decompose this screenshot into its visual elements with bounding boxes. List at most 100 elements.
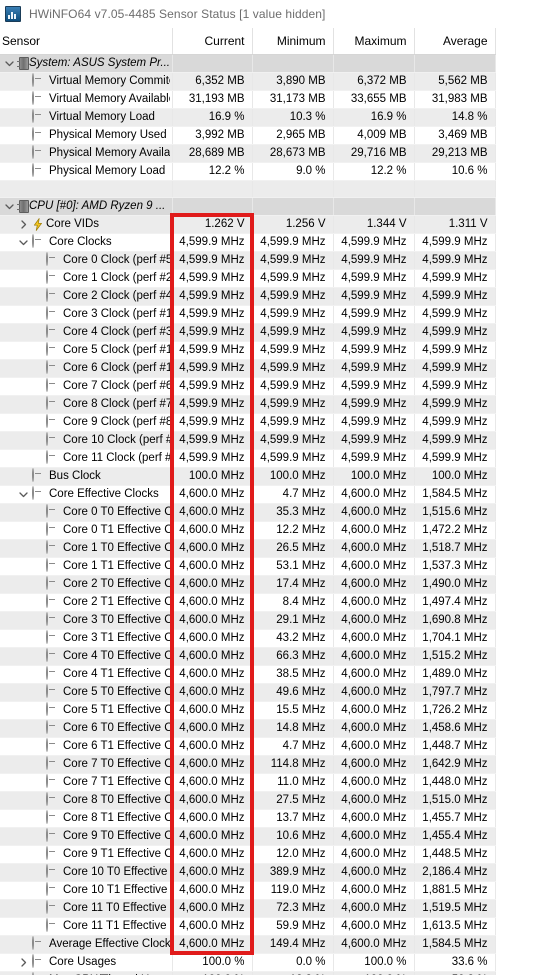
sensor-minimum-cell: 38.5 MHz bbox=[252, 665, 334, 684]
sensor-row[interactable]: Core 4 T1 Effective Cl...4,600.0 MHz38.5… bbox=[0, 665, 496, 684]
sensor-average-cell: 1,455.4 MHz bbox=[414, 827, 496, 846]
sensor-row[interactable]: Core 9 T0 Effective Cl...4,600.0 MHz10.6… bbox=[0, 827, 496, 846]
sensor-label: Physical Memory Used bbox=[49, 128, 167, 141]
sensor-row[interactable]: Core Clocks 4,599.9 MHz 4,599.9 MHz 4,599.9… bbox=[0, 233, 496, 252]
sensor-minimum-cell: 17.4 MHz bbox=[252, 575, 334, 594]
sensor-group-row[interactable]: CPU [#0]: AMD Ryzen 9 ... bbox=[0, 197, 496, 216]
sensor-row[interactable]: Core 5 Clock (perf #1...4,599.9 MHz4,599… bbox=[0, 341, 496, 360]
sensor-row[interactable]: Core Usages 100.0 % 0.0 % 100.0 % 33.6 % bbox=[0, 953, 496, 972]
sensor-row[interactable]: Core 4 T0 Effective Cl...4,600.0 MHz66.3… bbox=[0, 647, 496, 666]
sensor-row[interactable]: Core 1 Clock (perf #2...4,599.9 MHz4,599… bbox=[0, 269, 496, 288]
sensor-current-cell: 100.0 MHz bbox=[172, 467, 253, 486]
sensor-minimum-cell: 8.4 MHz bbox=[252, 593, 334, 612]
sensor-label: System: ASUS System Pr... bbox=[28, 56, 170, 69]
sensor-row[interactable]: Core 7 T0 Effective Cl...4,600.0 MHz114.… bbox=[0, 755, 496, 774]
sensor-row[interactable]: Core 7 Clock (perf #6...4,599.9 MHz4,599… bbox=[0, 377, 496, 396]
sensor-row[interactable]: Core 4 Clock (perf #3...4,599.9 MHz4,599… bbox=[0, 323, 496, 342]
sensor-current-cell: 100.0 % bbox=[172, 971, 253, 975]
chevron-down-icon[interactable] bbox=[2, 199, 17, 214]
sensor-label-cell: Core Usages bbox=[0, 953, 173, 972]
chevron-down-icon[interactable] bbox=[16, 487, 31, 502]
sensor-row[interactable]: Core 9 T1 Effective Cl...4,600.0 MHz12.0… bbox=[0, 845, 496, 864]
sensor-row[interactable]: Max CPU/Thread Usage100.0 %12.3 %100.0 %… bbox=[0, 971, 496, 975]
sensor-average-cell: 1,690.8 MHz bbox=[414, 611, 496, 630]
chevron-down-icon[interactable] bbox=[16, 235, 31, 250]
sensor-row[interactable]: Core 0 T1 Effective Cl...4,600.0 MHz12.2… bbox=[0, 521, 496, 540]
sensor-row[interactable]: Virtual Memory Load 16.9 % 10.3 % 16.9 % 14.… bbox=[0, 108, 496, 127]
sensor-label-cell: Core 11 T0 Effective ... bbox=[0, 899, 173, 918]
sensor-current-cell: 4,599.9 MHz bbox=[172, 413, 253, 432]
sensor-row[interactable]: Core 11 Clock (perf #... 4,599.9 MHz 4,599… bbox=[0, 449, 496, 468]
sensor-row[interactable]: Core 11 T1 Effective ... 4,600.0 MHz 59.9 … bbox=[0, 917, 496, 936]
sensor-row[interactable]: Core 3 T1 Effective Cl...4,600.0 MHz43.2… bbox=[0, 629, 496, 648]
column-header-current[interactable]: Current bbox=[172, 28, 253, 55]
sensor-row[interactable]: Core Effective Clocks 4,600.0 MHz 4.7 MHz 4… bbox=[0, 485, 496, 504]
sensor-row[interactable]: Core 10 Clock (perf #...4,599.9 MHz4,599… bbox=[0, 431, 496, 450]
sensor-current-cell: 4,599.9 MHz bbox=[172, 449, 253, 468]
sensor-row[interactable]: Core VIDs 1.262 V 1.256 V 1.344 V 1.311 V bbox=[0, 215, 496, 234]
sensor-circle-icon bbox=[31, 72, 46, 89]
sensor-row[interactable]: Core 8 T0 Effective Cl...4,600.0 MHz27.5… bbox=[0, 791, 496, 810]
sensor-maximum-cell: 4,600.0 MHz bbox=[333, 629, 415, 648]
sensor-row[interactable]: Core 5 T1 Effective Cl...4,600.0 MHz15.5… bbox=[0, 701, 496, 720]
sensor-label-cell: Core 4 T1 Effective Cl... bbox=[0, 665, 173, 684]
sensor-row[interactable]: Core 10 T1 Effective ... 4,600.0 MHz 119.0… bbox=[0, 881, 496, 900]
sensor-row[interactable]: Core 8 Clock (perf #7...4,599.9 MHz4,599… bbox=[0, 395, 496, 414]
sensor-row[interactable]: Core 5 T0 Effective Cl...4,600.0 MHz49.6… bbox=[0, 683, 496, 702]
sensor-row[interactable]: Core 7 T1 Effective Cl...4,600.0 MHz11.0… bbox=[0, 773, 496, 792]
sensor-row[interactable]: Core 2 Clock (perf #4...4,599.9 MHz4,599… bbox=[0, 287, 496, 306]
sensor-circle-icon bbox=[45, 647, 60, 664]
sensor-label: Core 7 Clock (perf #6... bbox=[63, 379, 170, 392]
sensor-label-cell: Virtual Memory Available bbox=[0, 90, 173, 109]
sensor-maximum-cell: 100.0 % bbox=[333, 953, 415, 972]
sensor-group-row[interactable]: System: ASUS System Pr... bbox=[0, 54, 496, 73]
sensor-row[interactable]: Average Effective Clock 4,600.0 MHz 149.4 … bbox=[0, 935, 496, 954]
sensor-row[interactable]: Core 3 T0 Effective Cl...4,600.0 MHz29.1… bbox=[0, 611, 496, 630]
sensor-row[interactable]: Virtual Memory Available 31,193 MB 31,173 … bbox=[0, 90, 496, 109]
chevron-down-icon[interactable] bbox=[2, 56, 17, 71]
chevron-right-icon[interactable] bbox=[16, 217, 31, 232]
sensor-minimum-cell: 389.9 MHz bbox=[252, 863, 334, 882]
sensor-label: Physical Memory Available bbox=[49, 146, 170, 159]
sensor-row[interactable]: Core 0 T0 Effective Cl...4,600.0 MHz35.3… bbox=[0, 503, 496, 522]
column-header-average[interactable]: Average bbox=[414, 28, 496, 55]
column-header-sensor[interactable]: Sensor bbox=[0, 28, 173, 55]
sensor-row[interactable]: Core 0 Clock (perf #5...4,599.9 MHz4,599… bbox=[0, 251, 496, 270]
chevron-right-icon[interactable] bbox=[16, 955, 31, 970]
sensor-minimum-cell: 49.6 MHz bbox=[252, 683, 334, 702]
sensor-row[interactable]: Core 9 Clock (perf #8...4,599.9 MHz4,599… bbox=[0, 413, 496, 432]
sensor-average-cell: 1,515.6 MHz bbox=[414, 503, 496, 522]
sensor-label-cell: Physical Memory Used bbox=[0, 126, 173, 145]
column-header-minimum[interactable]: Minimum bbox=[252, 28, 334, 55]
sensor-minimum-cell: 4,599.9 MHz bbox=[252, 233, 334, 252]
sensor-average-cell: 1,613.5 MHz bbox=[414, 917, 496, 936]
column-header-maximum[interactable]: Maximum bbox=[333, 28, 415, 55]
sensor-row[interactable]: Core 11 T0 Effective ... 4,600.0 MHz 72.3 … bbox=[0, 899, 496, 918]
sensor-row[interactable]: Core 1 T1 Effective Cl...4,600.0 MHz53.1… bbox=[0, 557, 496, 576]
sensor-current-cell: 4,600.0 MHz bbox=[172, 539, 253, 558]
sensor-row[interactable]: Core 8 T1 Effective Cl...4,600.0 MHz13.7… bbox=[0, 809, 496, 828]
sensor-grid[interactable]: Sensor Current Minimum Maximum Average S… bbox=[0, 28, 535, 975]
sensor-circle-icon bbox=[45, 269, 60, 286]
sensor-row[interactable]: Virtual Memory Commited 6,352 MB 3,890 MB 6… bbox=[0, 72, 496, 91]
sensor-row[interactable]: Core 6 Clock (perf #1...4,599.9 MHz4,599… bbox=[0, 359, 496, 378]
sensor-row[interactable]: Physical Memory Load 12.2 % 9.0 % 12.2 % 10.… bbox=[0, 162, 496, 181]
sensor-label: Core 5 T1 Effective Cl... bbox=[63, 703, 170, 716]
sensor-row[interactable]: Physical Memory Available28,689 MB28,673… bbox=[0, 144, 496, 163]
sensor-row[interactable]: Core 2 T1 Effective Cl...4,600.0 MHz8.4 … bbox=[0, 593, 496, 612]
sensor-minimum-cell: 10.3 % bbox=[252, 108, 334, 127]
sensor-row[interactable]: Core 2 T0 Effective Cl...4,600.0 MHz17.4… bbox=[0, 575, 496, 594]
sensor-label-cell: Core 6 T1 Effective Cl... bbox=[0, 737, 173, 756]
sensor-minimum-cell: 4,599.9 MHz bbox=[252, 449, 334, 468]
sensor-row[interactable]: Core 1 T0 Effective Cl...4,600.0 MHz26.5… bbox=[0, 539, 496, 558]
sensor-label: Core 2 T0 Effective Cl... bbox=[63, 577, 170, 590]
sensor-row[interactable]: Physical Memory Used 3,992 MB 2,965 MB 4,00… bbox=[0, 126, 496, 145]
sensor-current-cell: 4,599.9 MHz bbox=[172, 251, 253, 270]
sensor-row[interactable]: Bus Clock 100.0 MHz 100.0 MHz 100.0 MHz 100.… bbox=[0, 467, 496, 486]
sensor-average-cell: 1,489.0 MHz bbox=[414, 665, 496, 684]
sensor-row[interactable]: Core 6 T1 Effective Cl...4,600.0 MHz4.7 … bbox=[0, 737, 496, 756]
sensor-average-cell: 1,518.7 MHz bbox=[414, 539, 496, 558]
sensor-row[interactable]: Core 3 Clock (perf #1...4,599.9 MHz4,599… bbox=[0, 305, 496, 324]
sensor-row[interactable]: Core 10 T0 Effective ... 4,600.0 MHz 389.9… bbox=[0, 863, 496, 882]
sensor-row[interactable]: Core 6 T0 Effective Cl...4,600.0 MHz14.8… bbox=[0, 719, 496, 738]
